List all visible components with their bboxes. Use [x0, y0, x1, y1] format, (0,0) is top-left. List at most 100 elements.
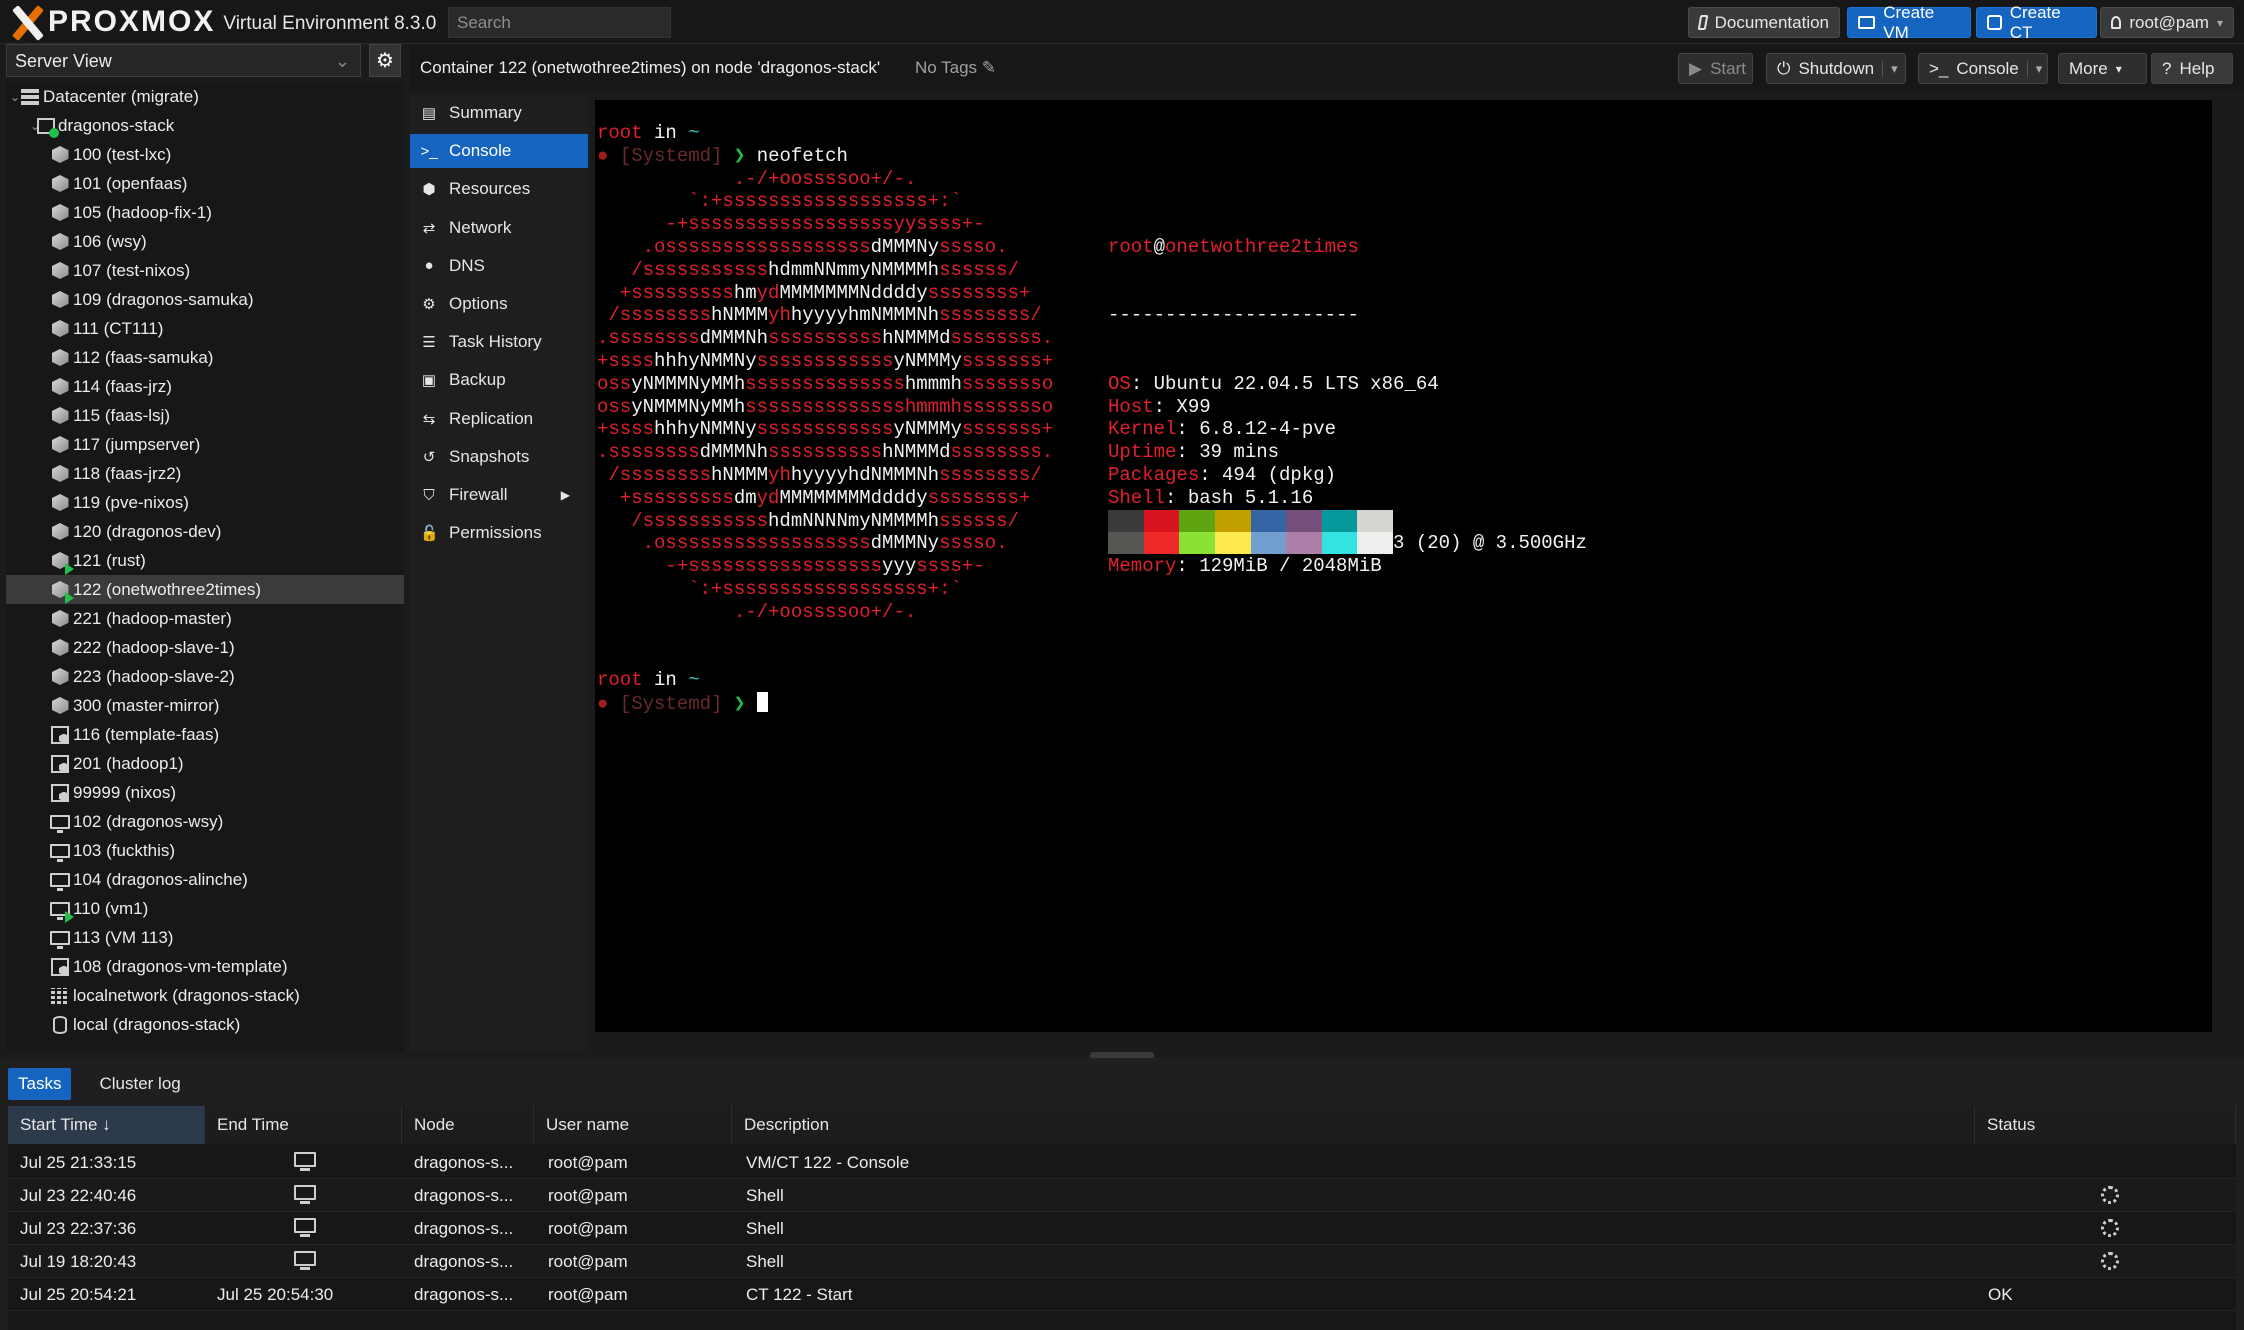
tree-item[interactable]: 222 (hadoop-slave-1): [6, 633, 404, 662]
table-row[interactable]: Jul 25 21:33:15 dragonos-s... root@pam VM/C…: [8, 1146, 2236, 1179]
ascii-line: +sssshhhyNMMNyssssssssssssyNMMMysssssss+: [597, 418, 1054, 441]
bottom-panel: Tasks Cluster log Start Time ↓ End Time …: [0, 1058, 2244, 1330]
tree-item[interactable]: 223 (hadoop-slave-2): [6, 662, 404, 691]
palette-swatch: [1108, 532, 1144, 554]
menu-item-label: DNS: [449, 255, 485, 275]
tree-item[interactable]: 99999 (nixos): [6, 778, 404, 807]
tree-item-label: 105 (hadoop-fix-1): [73, 202, 212, 222]
expand-toggle-icon[interactable]: ⌄: [10, 90, 20, 104]
column-end-time[interactable]: End Time: [205, 1106, 402, 1144]
gear-icon: ⚙: [422, 296, 436, 313]
tree-item[interactable]: local (dragonos-stack): [6, 1010, 404, 1039]
more-label: More: [2069, 58, 2108, 78]
column-user-name[interactable]: User name: [534, 1106, 732, 1144]
ascii-line: .ossssssssssssssssssdMMMNysssso.: [597, 235, 1008, 258]
chevron-down-icon[interactable]: ▾: [2026, 60, 2042, 77]
prompt-context: [Systemd]: [619, 144, 723, 167]
table-row[interactable]: Jul 25 20:54:21 Jul 25 20:54:30 dragonos-s…: [8, 1278, 2236, 1311]
tree-item[interactable]: 112 (faas-samuka): [6, 343, 404, 372]
tree-item[interactable]: 122 (onetwothree2times): [6, 575, 404, 604]
spinner-icon: [2101, 1219, 2119, 1237]
start-button[interactable]: ▶ Start: [1678, 53, 1753, 84]
tree-item[interactable]: 221 (hadoop-master): [6, 604, 404, 633]
ascii-line: +sssssssssdmydMMMMMMMMddddyssssssss+: [597, 486, 1031, 509]
tree-item[interactable]: ⌄ dragonos-stack: [6, 111, 404, 140]
tree-item-label: 109 (dragonos-samuka): [73, 289, 254, 309]
tree-item[interactable]: 104 (dragonos-alinche): [6, 865, 404, 894]
terminal-cursor: [756, 692, 768, 712]
tree-item[interactable]: 114 (faas-jrz): [6, 372, 404, 401]
tree-item[interactable]: 121 (rust): [6, 546, 404, 575]
menu-item-dns[interactable]: ● DNS: [410, 249, 588, 283]
tree-item[interactable]: 106 (wsy): [6, 227, 404, 256]
tree-item[interactable]: 108 (dragonos-vm-template): [6, 952, 404, 981]
menu-item-network[interactable]: ⇄ Network: [410, 211, 588, 245]
tree-item[interactable]: 113 (VM 113): [6, 923, 404, 952]
vm-icon: [50, 841, 70, 862]
menu-item-backup[interactable]: ▣ Backup: [410, 363, 588, 397]
tree-item[interactable]: 102 (dragonos-wsy): [6, 807, 404, 836]
tab-cluster-log[interactable]: Cluster log: [89, 1068, 190, 1100]
tree-item[interactable]: 103 (fuckthis): [6, 836, 404, 865]
tree-item[interactable]: 105 (hadoop-fix-1): [6, 198, 404, 227]
tags-editor[interactable]: No Tags ✎: [915, 58, 996, 78]
history-icon: ↺: [422, 448, 436, 466]
tree-item[interactable]: 116 (template-faas): [6, 720, 404, 749]
tree-item[interactable]: 120 (dragonos-dev): [6, 517, 404, 546]
menu-item-permissions[interactable]: 🔓 Permissions: [410, 516, 588, 550]
tree-item[interactable]: 115 (faas-lsj): [6, 401, 404, 430]
user-menu-button[interactable]: root@pam ▾: [2100, 7, 2234, 38]
create-ct-button[interactable]: Create CT: [1976, 3, 2097, 42]
tree-item[interactable]: 110 (vm1): [6, 894, 404, 923]
info-line: Shell: bash 5.1.16: [1108, 486, 1314, 509]
palette-swatch: [1286, 532, 1322, 554]
tree-item[interactable]: 100 (test-lxc): [6, 140, 404, 169]
container-menu: ▤ Summary >_ Console ⬢ Resources ⇄ Network ● DNS ⚙…: [410, 96, 588, 1051]
tree-item[interactable]: ⌄ Datacenter (migrate): [6, 82, 404, 111]
menu-item-task-history[interactable]: ☰ Task History: [410, 325, 588, 359]
container-icon: [50, 290, 70, 310]
tree-item[interactable]: 109 (dragonos-samuka): [6, 285, 404, 314]
tab-tasks[interactable]: Tasks: [8, 1068, 72, 1100]
chevron-down-icon[interactable]: ▾: [1882, 60, 1898, 77]
menu-item-label: Console: [449, 141, 512, 161]
palette-swatch: [1108, 510, 1144, 532]
menu-item-options[interactable]: ⚙ Options: [410, 287, 588, 321]
search-input[interactable]: Search: [448, 7, 671, 38]
tree-item[interactable]: 117 (jumpserver): [6, 430, 404, 459]
column-description[interactable]: Description: [732, 1106, 1975, 1144]
table-row[interactable]: Jul 23 22:40:46 dragonos-s... root@pam Shel…: [8, 1179, 2236, 1212]
tree-item[interactable]: 201 (hadoop1): [6, 749, 404, 778]
menu-item-console[interactable]: >_ Console: [410, 134, 588, 169]
tree-item[interactable]: 300 (master-mirror): [6, 691, 404, 720]
tree-item[interactable]: 118 (faas-jrz2): [6, 459, 404, 488]
table-row[interactable]: Jul 23 22:37:36 dragonos-s... root@pam Shel…: [8, 1212, 2236, 1245]
help-button[interactable]: ? Help: [2151, 53, 2233, 84]
column-status[interactable]: Status: [1975, 1106, 2236, 1144]
create-vm-button[interactable]: Create VM: [1847, 3, 1971, 42]
console-terminal[interactable]: root in ~ ● [Systemd] ❯ neofetch .-/+oos…: [595, 100, 2212, 1032]
power-icon: ⏻: [1777, 58, 1791, 78]
shutdown-button[interactable]: ⏻ Shutdown ▾: [1766, 53, 1906, 84]
table-row[interactable]: Jul 19 18:20:43 dragonos-s... root@pam Shel…: [8, 1245, 2236, 1278]
documentation-button[interactable]: Documentation: [1688, 7, 1840, 38]
tree-item[interactable]: localnetwork (dragonos-stack): [6, 981, 404, 1010]
menu-item-summary[interactable]: ▤ Summary: [410, 96, 588, 130]
console-button[interactable]: >_ Console ▾: [1918, 53, 2048, 84]
menu-item-snapshots[interactable]: ↺ Snapshots: [410, 440, 588, 474]
column-start-time[interactable]: Start Time ↓: [8, 1106, 205, 1144]
more-button[interactable]: More ▾: [2058, 53, 2147, 84]
column-node[interactable]: Node: [402, 1106, 534, 1144]
menu-item-replication[interactable]: ⇆ Replication: [410, 402, 588, 436]
color-palette: [1108, 510, 1393, 554]
gear-icon[interactable]: ⚙: [369, 44, 401, 77]
tree-item[interactable]: 107 (test-nixos): [6, 256, 404, 285]
menu-item-resources[interactable]: ⬢ Resources: [410, 172, 588, 206]
tree-item[interactable]: 119 (pve-nixos): [6, 488, 404, 517]
tree-item[interactable]: 111 (CT111): [6, 314, 404, 343]
tree-item[interactable]: 101 (openfaas): [6, 169, 404, 198]
prompt-line-1: root in ~: [597, 122, 700, 145]
view-selector-value: Server View: [15, 51, 112, 71]
menu-item-firewall[interactable]: ⛉ Firewall ▶: [410, 478, 588, 512]
view-selector[interactable]: Server View ⌄: [6, 44, 361, 77]
